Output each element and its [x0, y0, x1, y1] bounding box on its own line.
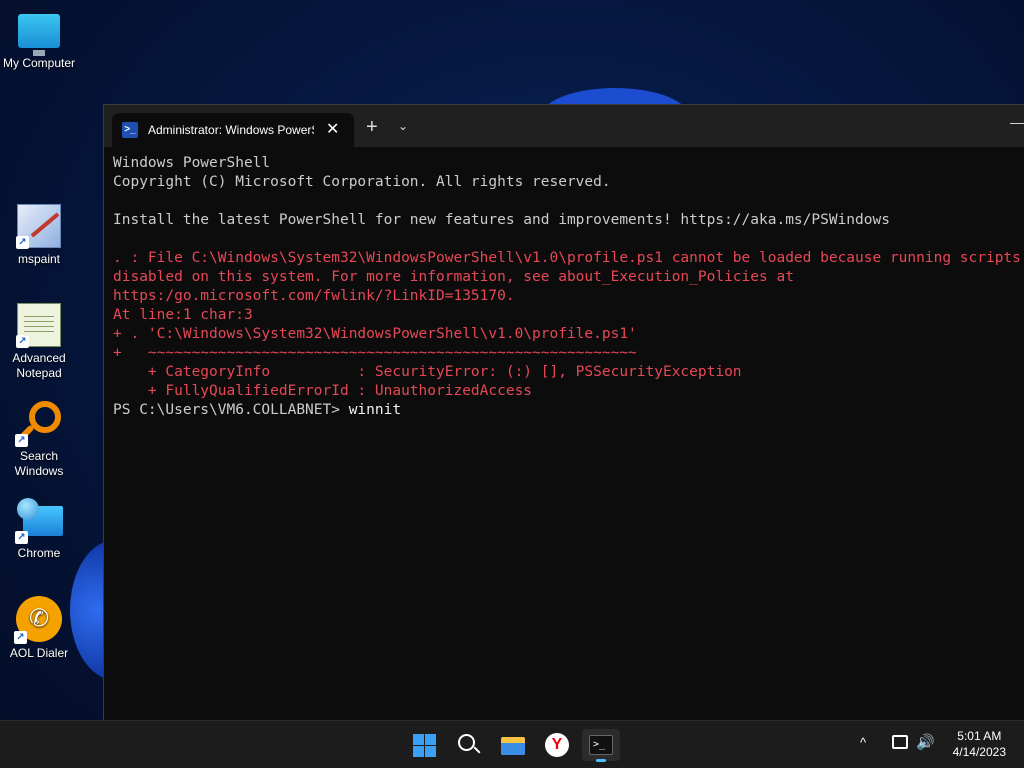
- minimize-button[interactable]: —: [1010, 115, 1024, 131]
- search-icon[interactable]: [452, 729, 486, 761]
- clock[interactable]: 5:01 AM 4/14/2023: [953, 728, 1006, 760]
- shortcut-arrow-icon: ↗: [16, 236, 29, 249]
- powershell-icon: >_: [122, 122, 138, 138]
- error-line: https:/go.microsoft.com/fwlink/?LinkID=1…: [113, 288, 515, 304]
- notepad-icon: ↗: [16, 303, 61, 348]
- paint-icon: ↗: [16, 204, 61, 249]
- shortcut-arrow-icon: ↗: [15, 531, 28, 544]
- error-line: + ~~~~~~~~~~~~~~~~~~~~~~~~~~~~~~~~~~~~~~…: [113, 345, 637, 361]
- prompt: PS C:\Users\VM6.COLLABNET>: [113, 402, 349, 418]
- tab-title: Administrator: Windows PowerShell: [148, 123, 314, 137]
- volume-icon[interactable]: 🔊: [916, 733, 935, 751]
- file-explorer-icon[interactable]: [496, 729, 530, 761]
- desktop-icon-label: AOL Dialer: [9, 646, 69, 660]
- prompt-line[interactable]: PS C:\Users\VM6.COLLABNET> winnit: [113, 401, 1024, 420]
- taskbar: Y >_ ^ 🔊 5:01 AM 4/14/2023: [0, 720, 1024, 768]
- desktop-icon-chrome[interactable]: ↗ Chrome: [1, 498, 77, 561]
- error-line: + . 'C:\Windows\System32\WindowsPowerShe…: [113, 326, 637, 342]
- console-line: Copyright (C) Microsoft Corporation. All…: [113, 174, 611, 190]
- desktop-icon-label: Chrome: [17, 546, 61, 560]
- shortcut-arrow-icon: ↗: [15, 434, 28, 447]
- terminal-icon[interactable]: >_: [582, 729, 620, 762]
- desktop-icon-label: Search Windows: [14, 449, 64, 478]
- globe-monitor-icon: ↗: [15, 498, 63, 544]
- new-tab-button[interactable]: +: [366, 117, 378, 137]
- desktop-icon-advanced-notepad[interactable]: ↗ Advanced Notepad: [1, 303, 77, 381]
- close-tab-button[interactable]: ✕: [326, 122, 339, 138]
- error-line: . : File C:\Windows\System32\WindowsPowe…: [113, 250, 1024, 266]
- console-line: Windows PowerShell: [113, 155, 271, 171]
- network-icon[interactable]: [892, 735, 908, 749]
- active-indicator: [596, 759, 606, 762]
- clock-date: 4/14/2023: [952, 745, 1006, 759]
- shortcut-arrow-icon: ↗: [16, 335, 29, 348]
- tray-chevron-up-icon[interactable]: ^: [860, 735, 866, 750]
- error-line: disabled on this system. For more inform…: [113, 269, 794, 285]
- chevron-down-icon[interactable]: ⌄: [398, 119, 408, 133]
- error-line: + FullyQualifiedErrorId : UnauthorizedAc…: [113, 383, 533, 399]
- yandex-browser-icon[interactable]: Y: [540, 729, 574, 761]
- desktop-icon-label: mspaint: [17, 252, 61, 266]
- shortcut-arrow-icon: ↗: [14, 631, 27, 644]
- desktop-icon-label: Advanced Notepad: [12, 351, 66, 380]
- command-input[interactable]: winnit: [349, 402, 401, 418]
- desktop-icon-my-computer[interactable]: My Computer: [1, 10, 77, 71]
- desktop-icon-aol-dialer[interactable]: ✆ ↗ AOL Dialer: [1, 596, 77, 661]
- desktop-icon-label: My Computer: [2, 56, 76, 70]
- console-line: Install the latest PowerShell for new fe…: [113, 212, 890, 228]
- magnifier-icon: ↗: [15, 401, 61, 447]
- error-line: + CategoryInfo : SecurityError: (:) [], …: [113, 364, 742, 380]
- desktop-icon-mspaint[interactable]: ↗ mspaint: [1, 204, 77, 267]
- phone-icon: ✆ ↗: [14, 596, 62, 644]
- windows-start-icon[interactable]: [407, 729, 441, 761]
- clock-time: 5:01 AM: [957, 729, 1002, 743]
- tab-powershell[interactable]: >_ Administrator: Windows PowerShell ✕: [112, 113, 354, 147]
- error-line: At line:1 char:3: [113, 307, 253, 323]
- desktop-icon-search-windows[interactable]: ↗ Search Windows: [1, 401, 77, 479]
- terminal-window[interactable]: >_ Administrator: Windows PowerShell ✕ +…: [103, 104, 1024, 720]
- terminal-titlebar[interactable]: >_ Administrator: Windows PowerShell ✕ +…: [104, 105, 1024, 147]
- console-output[interactable]: Windows PowerShell Copyright (C) Microsof…: [113, 154, 1024, 420]
- monitor-icon: [18, 14, 60, 56]
